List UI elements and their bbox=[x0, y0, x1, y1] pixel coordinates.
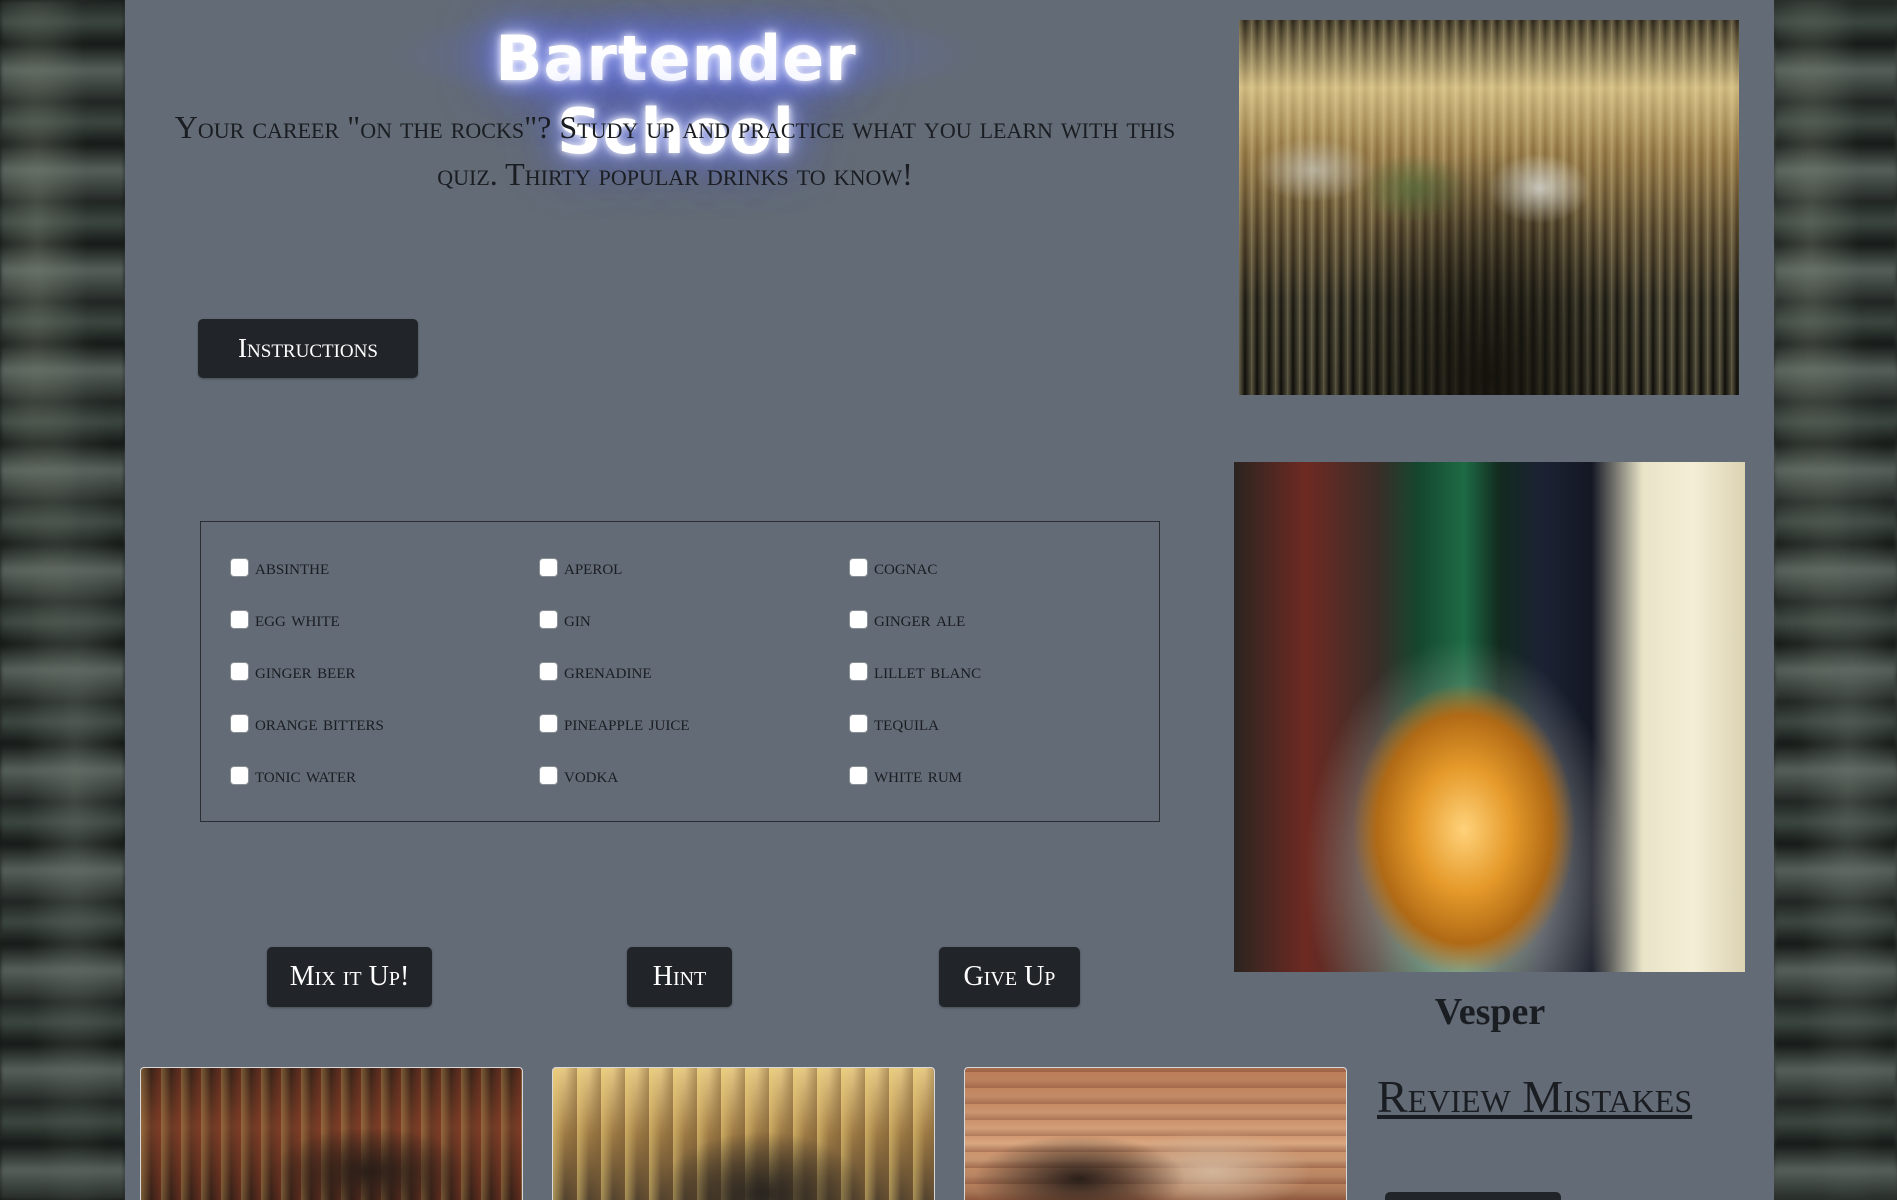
ingredient-label: vodka bbox=[564, 762, 619, 787]
ingredient-option[interactable]: aperol bbox=[539, 554, 622, 580]
ingredient-label: pineapple juice bbox=[564, 710, 690, 735]
checkbox[interactable] bbox=[539, 713, 558, 733]
cocktail-photo bbox=[1234, 462, 1745, 972]
background-bar-photo-left bbox=[0, 0, 125, 1200]
ingredient-option[interactable]: tequila bbox=[849, 710, 939, 736]
ingredient-option[interactable]: egg white bbox=[230, 606, 340, 632]
checkbox[interactable] bbox=[230, 609, 249, 629]
checkbox[interactable] bbox=[230, 765, 249, 785]
ingredient-label: tonic water bbox=[255, 762, 357, 787]
give-up-button[interactable]: Give Up bbox=[939, 947, 1080, 1007]
ingredient-label: grenadine bbox=[564, 658, 652, 683]
background-bar-photo-right bbox=[1774, 0, 1897, 1200]
mix-it-up-button[interactable]: Mix it Up! bbox=[267, 947, 432, 1007]
checkbox[interactable] bbox=[849, 765, 868, 785]
ingredient-option[interactable]: cognac bbox=[849, 554, 937, 580]
checkbox[interactable] bbox=[230, 557, 249, 577]
checkbox[interactable] bbox=[849, 661, 868, 681]
bartender-photo-2 bbox=[552, 1067, 935, 1200]
ingredient-option[interactable]: lillet blanc bbox=[849, 658, 981, 684]
checkbox[interactable] bbox=[849, 609, 868, 629]
ingredient-option[interactable]: white rum bbox=[849, 762, 962, 788]
ingredient-option[interactable]: vodka bbox=[539, 762, 618, 788]
ingredient-checklist: absinthe aperol cognac egg white gin gin… bbox=[200, 521, 1160, 822]
checkbox[interactable] bbox=[849, 713, 868, 733]
ingredient-label: white rum bbox=[874, 762, 962, 787]
checkbox[interactable] bbox=[539, 609, 558, 629]
page-subtitle: Your career "on the rocks"? Study up and… bbox=[174, 109, 1176, 192]
ingredient-label: ginger beer bbox=[255, 658, 356, 683]
checkbox[interactable] bbox=[849, 557, 868, 577]
ingredient-option[interactable]: absinthe bbox=[230, 554, 329, 580]
ingredient-label: aperol bbox=[564, 554, 623, 579]
ingredient-option[interactable]: pineapple juice bbox=[539, 710, 690, 736]
bar-interior-photo bbox=[1239, 20, 1739, 395]
ingredient-option[interactable]: orange bitters bbox=[230, 710, 384, 736]
ingredient-option[interactable]: tonic water bbox=[230, 762, 356, 788]
ingredient-option[interactable]: ginger ale bbox=[849, 606, 965, 632]
bartender-photo-3 bbox=[964, 1067, 1347, 1200]
review-mistakes-link[interactable]: Review Mistakes bbox=[1377, 1070, 1752, 1123]
ingredient-option[interactable]: ginger beer bbox=[230, 658, 356, 684]
ingredient-option[interactable]: grenadine bbox=[539, 658, 652, 684]
ingredient-label: tequila bbox=[874, 710, 939, 735]
ingredient-option[interactable]: gin bbox=[539, 606, 591, 632]
checkbox[interactable] bbox=[230, 661, 249, 681]
ingredient-label: absinthe bbox=[255, 554, 330, 579]
drink-name: Vesper bbox=[1434, 991, 1546, 1033]
checkbox[interactable] bbox=[230, 713, 249, 733]
ingredient-label: lillet blanc bbox=[874, 658, 982, 683]
hint-button[interactable]: Hint bbox=[627, 947, 732, 1007]
ingredient-label: cognac bbox=[874, 554, 938, 579]
checkbox[interactable] bbox=[539, 661, 558, 681]
ingredient-label: egg white bbox=[255, 606, 340, 631]
ingredient-label: ginger ale bbox=[874, 606, 966, 631]
ingredient-label: gin bbox=[564, 606, 591, 631]
ingredient-label: orange bitters bbox=[255, 710, 384, 735]
checkbox[interactable] bbox=[539, 765, 558, 785]
offscreen-button[interactable] bbox=[1385, 1192, 1561, 1200]
bartender-photo-1 bbox=[140, 1067, 523, 1200]
checkbox[interactable] bbox=[539, 557, 558, 577]
instructions-button[interactable]: Instructions bbox=[198, 319, 418, 378]
